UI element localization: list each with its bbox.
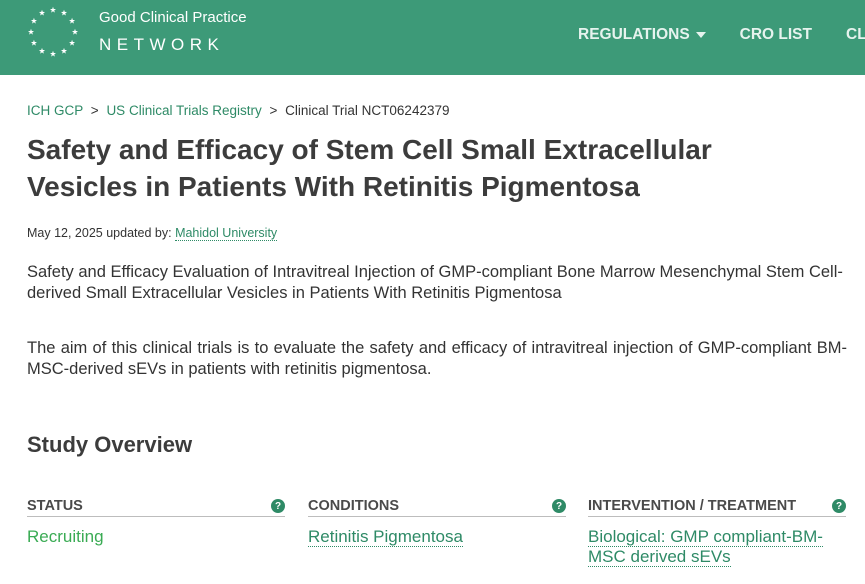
status-label: STATUS [27,498,83,514]
breadcrumb-ich-gcp[interactable]: ICH GCP [27,103,83,118]
logo-star [49,50,57,57]
logo-star [38,47,46,54]
section-title-study-overview: Study Overview [27,432,193,457]
intervention-value[interactable]: Biological: GMP compliant-BM-MSC derived… [588,527,846,567]
status-header: STATUS ? [27,498,285,517]
logo-star [49,6,57,13]
logo-star [30,39,37,46]
conditions-value[interactable]: Retinitis Pigmentosa [308,527,566,547]
overview-intervention: INTERVENTION / TREATMENT ? Biological: G… [588,498,846,567]
update-meta: May 12, 2025 updated by: Mahidol Univers… [27,226,278,241]
conditions-link[interactable]: Retinitis Pigmentosa [308,527,463,547]
site-logo[interactable]: Good Clinical Practice NETWORK [26,5,247,65]
page-title: Safety and Efficacy of Stem Cell Small E… [27,134,712,202]
breadcrumb-separator: > [90,103,99,118]
breadcrumb-current: Clinical Trial NCT06242379 [285,103,450,118]
breadcrumb-separator: > [269,103,278,118]
updated-by-label: updated by: [106,226,172,240]
nav-clinical-label: CLIN [846,26,865,43]
logo-star [38,9,46,16]
sponsor-link[interactable]: Mahidol University [175,226,278,241]
intervention-label: INTERVENTION / TREATMENT [588,498,797,514]
intervention-header: INTERVENTION / TREATMENT ? [588,498,846,517]
nav-cro-list-label: CRO LIST [739,26,812,43]
overview-conditions: CONDITIONS ? Retinitis Pigmentosa [308,498,566,547]
status-value: Recruiting [27,527,104,546]
logo-text-secondary: NETWORK [99,35,225,54]
overview-status: STATUS ? Recruiting [27,498,285,547]
chevron-down-icon [695,32,706,38]
conditions-label: CONDITIONS [308,498,400,514]
help-icon[interactable]: ? [832,499,846,513]
update-date: May 12, 2025 [27,226,103,240]
logo-star [69,17,76,24]
intervention-link[interactable]: Biological: GMP compliant-BM-MSC derived… [588,527,823,567]
logo-star [30,17,37,24]
logo-star [60,9,68,16]
main-nav: REGULATIONS CRO LIST CLIN [578,26,865,44]
help-icon[interactable]: ? [552,499,566,513]
breadcrumb: ICH GCP > US Clinical Trials Registry > … [27,103,449,118]
breadcrumb-us-registry[interactable]: US Clinical Trials Registry [106,103,261,118]
nav-regulations-label: REGULATIONS [578,26,690,43]
logo-star [71,28,79,35]
help-icon[interactable]: ? [271,499,285,513]
nav-clinical[interactable]: CLIN [846,26,865,44]
official-title: Safety and Efficacy Evaluation of Intrav… [27,263,843,302]
site-header: Good Clinical Practice NETWORK REGULATIO… [0,0,865,75]
stars-logo-icon [27,6,79,57]
brief-summary: The aim of this clinical trials is to ev… [27,339,847,378]
logo-star [69,39,76,46]
logo-text-primary: Good Clinical Practice [99,9,247,26]
logo-star [60,47,68,54]
conditions-header: CONDITIONS ? [308,498,566,517]
logo-star [27,28,35,35]
nav-cro-list[interactable]: CRO LIST [740,26,812,44]
nav-regulations[interactable]: REGULATIONS [578,26,706,44]
